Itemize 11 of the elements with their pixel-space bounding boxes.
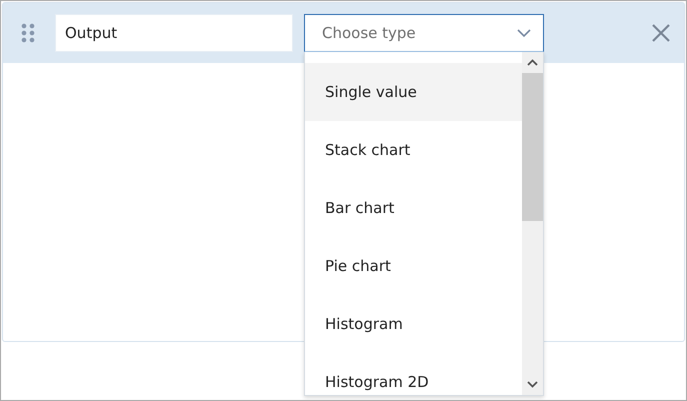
scrollbar[interactable] [522,52,543,395]
close-button[interactable] [650,22,672,44]
dropdown-option[interactable]: Single value [305,63,522,121]
scroll-up-icon[interactable] [527,59,538,66]
close-icon [652,24,670,42]
name-input-field[interactable]: Output [55,14,293,52]
chevron-down-icon [517,28,531,38]
type-select[interactable]: Choose type [304,14,544,52]
scroll-down-icon[interactable] [527,381,538,388]
dropdown-option[interactable]: Histogram 2D [305,353,522,395]
drag-handle-icon[interactable] [21,23,35,43]
